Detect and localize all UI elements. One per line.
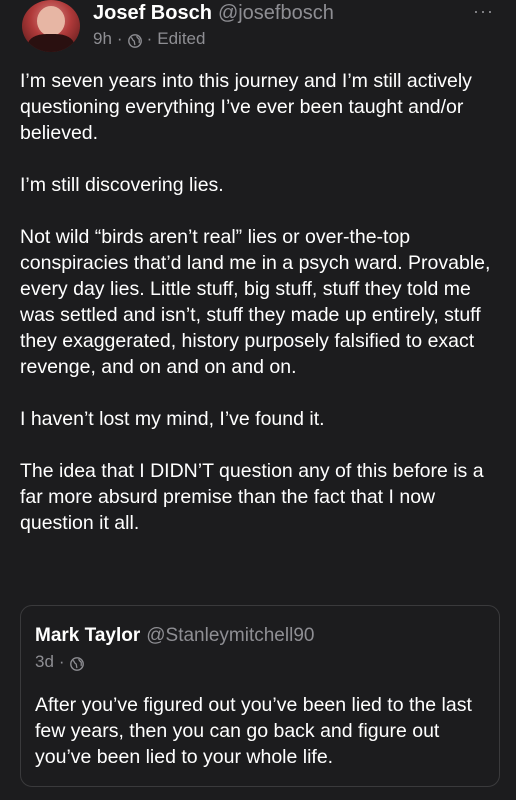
author-handle[interactable]: @josefbosch: [218, 2, 334, 24]
avatar-suit: [28, 34, 74, 52]
post-time[interactable]: 9h: [93, 28, 112, 50]
quoted-post-meta: 3d ·: [35, 651, 84, 673]
quoted-author-row: Mark Taylor @Stanleymitchell90: [35, 624, 314, 648]
author-name[interactable]: Josef Bosch: [93, 2, 212, 24]
avatar[interactable]: [22, 0, 80, 52]
quoted-author-name: Mark Taylor: [35, 625, 141, 646]
post-paragraph: I’m still discovering lies.: [20, 174, 224, 196]
post: Josef Bosch @josefbosch 9h · · Edited ···…: [0, 0, 516, 800]
avatar-face: [37, 6, 65, 36]
post-paragraph: I haven’t lost my mind, I’ve found it.: [20, 408, 325, 430]
meta-separator: ·: [58, 652, 65, 671]
post-header: Josef Bosch @josefbosch 9h · · Edited: [93, 0, 473, 50]
post-paragraph: I’m seven years into this journey and I’…: [20, 70, 472, 144]
author-row: Josef Bosch @josefbosch: [93, 0, 473, 26]
meta-separator: ·: [146, 29, 153, 48]
more-options-icon[interactable]: ···: [473, 2, 494, 20]
meta-separator: ·: [116, 29, 123, 48]
post-body: I’m seven years into this journey and I’…: [20, 68, 500, 536]
quoted-post-card[interactable]: Mark Taylor @Stanleymitchell90 3d · After…: [20, 605, 500, 787]
post-paragraph: Not wild “birds aren’t real” lies or ove…: [20, 226, 491, 378]
quoted-post-time: 3d: [35, 652, 54, 671]
post-meta: 9h · · Edited: [93, 28, 473, 50]
quoted-author-handle: @Stanleymitchell90: [146, 625, 315, 646]
post-paragraph: The idea that I DIDN’T question any of t…: [20, 460, 484, 534]
quoted-post-text: After you’ve figured out you’ve been lie…: [35, 694, 472, 768]
globe-icon: [127, 32, 142, 48]
globe-icon: [69, 655, 84, 671]
edited-label[interactable]: Edited: [157, 28, 205, 50]
